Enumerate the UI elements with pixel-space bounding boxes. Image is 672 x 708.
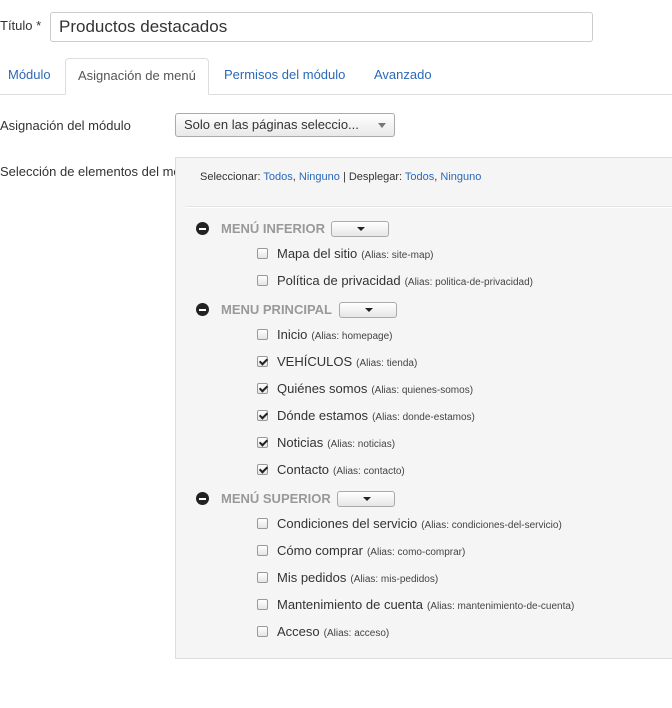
divider [186,206,672,208]
menu-item-alias: (Alias: tienda) [356,358,418,369]
group-dropdown-button[interactable] [337,491,395,507]
menu-item-alias: (Alias: mis-pedidos) [350,574,439,585]
checkbox[interactable] [257,329,268,340]
checkbox[interactable] [257,572,268,583]
menu-item-name: Inicio [277,327,308,342]
tab-permisos[interactable]: Permisos del módulo [212,58,357,94]
chevron-down-icon [378,123,386,128]
checkbox[interactable] [257,356,268,367]
title-label: Título * [0,18,42,33]
menu-item-alias: (Alias: politica-de-privacidad) [404,277,533,288]
select-label: Seleccionar: [200,171,261,183]
menu-item-name: Quiénes somos [277,381,368,396]
menu-item-alias: (Alias: contacto) [333,466,405,477]
menu-item-alias: (Alias: homepage) [311,331,393,342]
menu-item-name: Mapa del sitio [277,246,358,261]
collapse-minus-icon[interactable] [196,492,209,505]
checkbox[interactable] [257,464,268,475]
menu-item-name: Cómo comprar [277,543,363,558]
checkbox[interactable] [257,410,268,421]
expand-all-link[interactable]: Todos [405,171,434,183]
toolbar-separator: | [342,171,346,183]
collapse-minus-icon[interactable] [196,303,209,316]
title-input[interactable]: Productos destacados [50,12,593,42]
menu-item-alias: (Alias: noticias) [327,439,396,450]
menu-item-alias: (Alias: donde-estamos) [372,412,475,423]
assignment-label: Asignación del módulo [0,118,131,133]
menu-item-name: Mantenimiento de cuenta [277,597,423,612]
menu-item-name: Dónde estamos [277,408,369,423]
menu-item-alias: (Alias: acceso) [323,628,390,639]
tab-avanzado[interactable]: Avanzado [362,58,444,94]
menu-item-name: Noticias [277,435,324,450]
tab-bar: Módulo Asignación de menú Permisos del m… [0,58,672,95]
menu-item-name: Mis pedidos [277,570,347,585]
menu-item-name: Contacto [277,462,330,477]
checkbox[interactable] [257,437,268,448]
group-dropdown-button[interactable] [339,302,397,318]
checkbox[interactable] [257,545,268,556]
select-none-link[interactable]: Ninguno [299,171,340,183]
tab-asignacion-menu[interactable]: Asignación de menú [65,58,209,95]
selection-label: Selección de elementos del menú: [0,164,199,179]
collapse-minus-icon[interactable] [196,222,209,235]
menu-item-name: Política de privacidad [277,273,401,288]
menu-item-alias: (Alias: condiciones-del-servicio) [421,520,562,531]
group-dropdown-button[interactable] [331,221,389,237]
checkbox[interactable] [257,383,268,394]
menu-group-title: MENÚ INFERIOR [221,221,325,236]
menu-item-name: Acceso [277,624,320,639]
tab-modulo[interactable]: Módulo [0,58,63,94]
assignment-select[interactable]: Solo en las páginas seleccio... [175,113,395,137]
expand-none-link[interactable]: Ninguno [440,171,481,183]
menu-group-title: MENU PRINCIPAL [221,302,332,317]
checkbox[interactable] [257,248,268,259]
menu-item-alias: (Alias: quienes-somos) [371,385,474,396]
checkbox[interactable] [257,518,268,529]
select-all-link[interactable]: Todos [263,171,292,183]
checkbox[interactable] [257,599,268,610]
menu-item-alias: (Alias: site-map) [361,250,434,261]
menu-item-alias: (Alias: como-comprar) [366,547,466,558]
assignment-select-value: Solo en las páginas seleccio... [184,117,359,132]
checkbox[interactable] [257,626,268,637]
menu-item-alias: (Alias: mantenimiento-de-cuenta) [426,601,575,612]
checkbox[interactable] [257,275,268,286]
menu-group-title: MENÚ SUPERIOR [221,491,331,506]
selection-toolbar: Seleccionar: Todos, Ninguno | Desplegar:… [200,171,482,183]
menu-item-name: Condiciones del servicio [277,516,418,531]
menu-selection-panel: Seleccionar: Todos, Ninguno | Desplegar:… [175,157,672,659]
menu-item-name: VEHÍCULOS [277,354,353,369]
expand-label: Desplegar: [348,171,403,183]
